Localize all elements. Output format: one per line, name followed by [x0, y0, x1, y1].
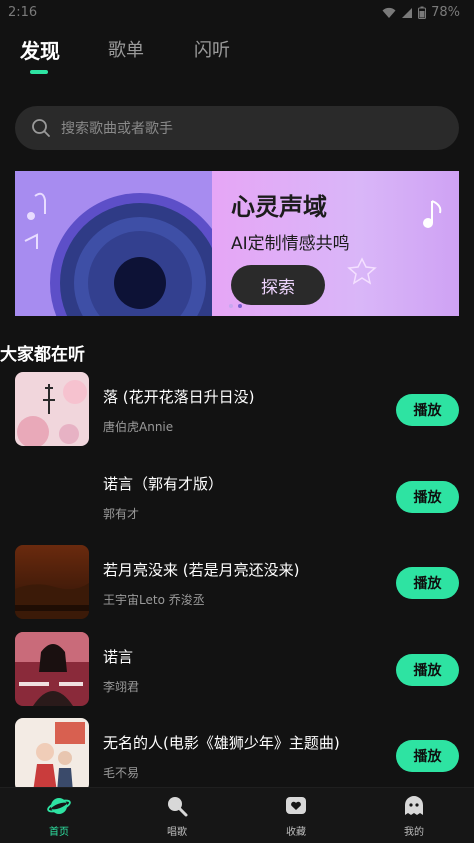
section-title: 大家都在听	[0, 345, 85, 365]
wifi-icon	[382, 7, 396, 18]
search-input[interactable]: 搜索歌曲或者歌手	[15, 106, 459, 150]
top-tabs: 发现 歌单 闪听	[0, 36, 474, 76]
banner-page-indicator	[229, 304, 242, 308]
song-row[interactable]: 诺言 李翊君 播放	[0, 631, 474, 719]
signal-icon	[402, 7, 413, 18]
song-row[interactable]: 落 (花开花落日升日没) 唐伯虎Annie 播放	[0, 372, 474, 459]
status-bar: 2:16 78%	[0, 0, 474, 26]
song-title: 诺言（郭有才版）	[103, 474, 224, 493]
nav-favorites[interactable]: 收藏	[256, 794, 336, 838]
page-dot	[229, 304, 233, 308]
heart-icon	[286, 797, 306, 814]
play-button[interactable]: 播放	[396, 394, 459, 426]
nav-profile[interactable]: 我的	[374, 794, 454, 838]
tab-indicator	[30, 70, 48, 74]
song-title: 诺言	[103, 647, 134, 666]
banner-subtitle: AI定制情感共鸣	[231, 234, 350, 254]
song-artist: 李翊君	[103, 679, 140, 694]
play-button[interactable]: 播放	[396, 740, 459, 772]
nav-favorites-label: 收藏	[286, 827, 306, 838]
ghost-icon	[405, 796, 423, 815]
song-artist: 毛不易	[103, 766, 140, 780]
nav-home[interactable]: 首页	[19, 794, 99, 838]
song-title: 落 (花开花落日升日没)	[103, 388, 255, 406]
microphone-icon	[168, 797, 188, 817]
banner-explore-button[interactable]: 探索	[231, 265, 325, 305]
tab-flash-listen[interactable]: 闪听	[194, 36, 230, 62]
tab-discover[interactable]: 发现	[20, 35, 60, 64]
status-icons: 78%	[382, 5, 460, 20]
song-title: 无名的人(电影《雄狮少年》主题曲)	[103, 734, 340, 752]
song-artist: 唐伯虎Annie	[103, 420, 174, 434]
vinyl-record-icon	[15, 171, 230, 316]
song-row[interactable]: 若月亮没来 (若是月亮还没来) 王宇宙Leto 乔浚丞 播放	[0, 545, 474, 632]
song-cover	[15, 631, 89, 706]
nav-sing[interactable]: 唱歌	[137, 794, 217, 838]
song-artist: 郭有才	[103, 506, 140, 521]
search-placeholder: 搜索歌曲或者歌手	[61, 121, 173, 137]
search-icon	[32, 119, 50, 137]
battery-icon	[418, 6, 427, 19]
song-title: 若月亮没来 (若是月亮还没来)	[103, 561, 300, 579]
song-cover	[15, 545, 89, 619]
nav-sing-label: 唱歌	[167, 827, 187, 838]
play-button[interactable]: 播放	[396, 480, 459, 513]
promo-banner[interactable]: 心灵声域 AI定制情感共鸣 探索	[15, 171, 459, 316]
song-cover	[15, 718, 89, 792]
planet-icon	[47, 798, 71, 814]
banner-title: 心灵声域	[231, 193, 327, 221]
song-row[interactable]: 诺言（郭有才版） 郭有才 播放	[0, 458, 474, 546]
song-list: 落 (花开花落日升日没) 唐伯虎Annie 播放 诺言（郭有才版） 郭有才 播放…	[0, 372, 474, 805]
nav-profile-label: 我的	[404, 827, 424, 838]
tab-playlists[interactable]: 歌单	[108, 36, 144, 62]
status-time: 2:16	[8, 5, 38, 20]
play-button[interactable]: 播放	[396, 653, 459, 686]
play-button[interactable]: 播放	[396, 567, 459, 599]
page-dot-active	[238, 304, 242, 308]
banner-art	[15, 171, 230, 316]
nav-home-label: 首页	[49, 827, 69, 838]
song-cover	[15, 458, 89, 533]
bottom-nav: 首页 唱歌 收藏 我的	[0, 787, 474, 843]
battery-percent: 78%	[431, 5, 460, 20]
song-artist: 王宇宙Leto 乔浚丞	[103, 593, 205, 607]
song-cover	[15, 372, 89, 446]
